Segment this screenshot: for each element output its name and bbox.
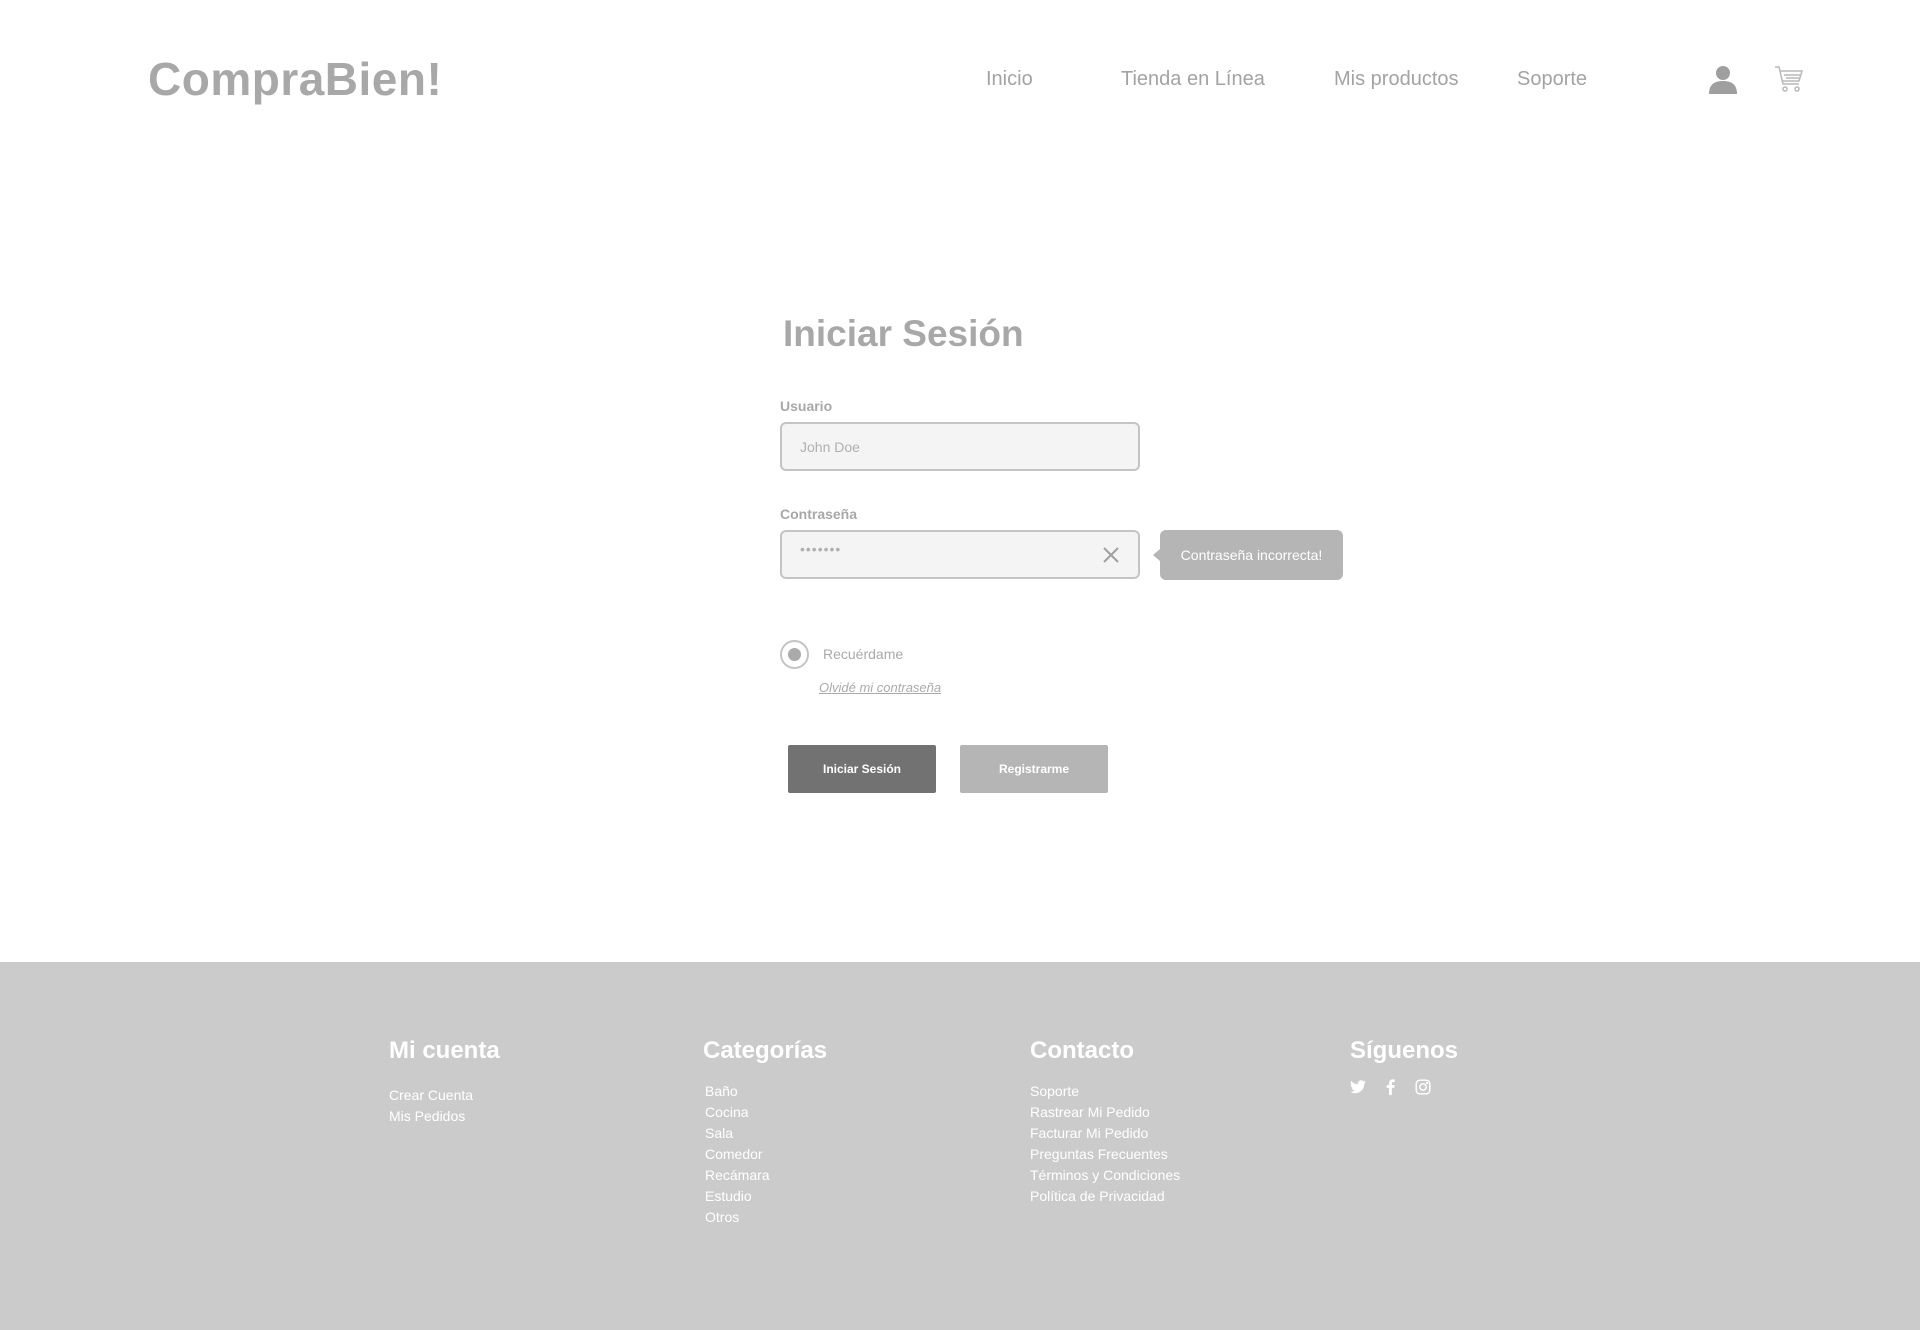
password-label: Contraseña bbox=[780, 506, 858, 522]
remember-me-label[interactable]: Recuérdame bbox=[823, 646, 903, 662]
nav-item-soporte[interactable]: Soporte bbox=[1517, 68, 1587, 91]
footer-link-privacidad[interactable]: Política de Privacidad bbox=[1030, 1186, 1180, 1207]
forgot-password-link[interactable]: Olvidé mi contraseña bbox=[819, 680, 941, 695]
clear-icon[interactable] bbox=[1101, 545, 1121, 570]
footer-heading-contact: Contacto bbox=[1030, 1037, 1134, 1064]
register-button[interactable]: Registrarme bbox=[960, 745, 1108, 793]
site-logo[interactable]: CompraBien! bbox=[148, 52, 442, 106]
twitter-icon[interactable] bbox=[1350, 1080, 1366, 1094]
footer-account-links: Crear Cuenta Mis Pedidos bbox=[389, 1085, 500, 1127]
footer-link-facturar-pedido[interactable]: Facturar Mi Pedido bbox=[1030, 1123, 1180, 1144]
user-icon[interactable] bbox=[1708, 64, 1738, 99]
footer-link-recamara[interactable]: Recámara bbox=[705, 1165, 827, 1186]
footer-link-otros[interactable]: Otros bbox=[705, 1207, 827, 1228]
footer-link-terminos[interactable]: Términos y Condiciones bbox=[1030, 1165, 1180, 1186]
footer-link-sala[interactable]: Sala bbox=[705, 1123, 827, 1144]
nav-item-mis-productos[interactable]: Mis productos bbox=[1334, 68, 1459, 91]
footer-link-crear-cuenta[interactable]: Crear Cuenta bbox=[389, 1085, 500, 1106]
footer-link-comedor[interactable]: Comedor bbox=[705, 1144, 827, 1165]
username-input[interactable] bbox=[780, 422, 1140, 471]
footer-category-links: Baño Cocina Sala Comedor Recámara Estudi… bbox=[705, 1081, 827, 1228]
footer-link-rastrear-pedido[interactable]: Rastrear Mi Pedido bbox=[1030, 1102, 1180, 1123]
footer-link-bano[interactable]: Baño bbox=[705, 1081, 827, 1102]
footer-link-cocina[interactable]: Cocina bbox=[705, 1102, 827, 1123]
footer-heading-account: Mi cuenta bbox=[389, 1037, 500, 1064]
footer-link-preguntas-frecuentes[interactable]: Preguntas Frecuentes bbox=[1030, 1144, 1180, 1165]
page-title: Iniciar Sesión bbox=[783, 313, 1024, 354]
facebook-icon[interactable] bbox=[1386, 1079, 1395, 1095]
footer-categories-column: Categorías Baño Cocina Sala Comedor Recá… bbox=[703, 1037, 827, 1228]
footer-heading-social: Síguenos bbox=[1350, 1037, 1459, 1064]
site-footer: Mi cuenta Crear Cuenta Mis Pedidos Categ… bbox=[0, 962, 1920, 1330]
footer-contact-column: Contacto Soporte Rastrear Mi Pedido Fact… bbox=[1030, 1037, 1180, 1207]
footer-link-soporte[interactable]: Soporte bbox=[1030, 1081, 1180, 1102]
instagram-icon[interactable] bbox=[1415, 1079, 1431, 1095]
footer-heading-categories: Categorías bbox=[703, 1037, 828, 1064]
remember-me-radio[interactable] bbox=[780, 640, 809, 669]
nav-item-tienda[interactable]: Tienda en Línea bbox=[1121, 68, 1265, 91]
footer-contact-links: Soporte Rastrear Mi Pedido Facturar Mi P… bbox=[1030, 1081, 1180, 1207]
footer-link-estudio[interactable]: Estudio bbox=[705, 1186, 827, 1207]
login-page: CompraBien! Inicio Tienda en Línea Mis p… bbox=[0, 0, 1920, 1330]
footer-link-mis-pedidos[interactable]: Mis Pedidos bbox=[389, 1106, 500, 1127]
username-label: Usuario bbox=[780, 398, 833, 414]
password-mask: ••••••• bbox=[800, 541, 842, 557]
login-button[interactable]: Iniciar Sesión bbox=[788, 745, 936, 793]
error-tooltip: Contraseña incorrecta! bbox=[1153, 530, 1343, 580]
footer-social-column: Síguenos bbox=[1350, 1037, 1458, 1095]
nav-item-inicio[interactable]: Inicio bbox=[986, 68, 1033, 91]
social-icons bbox=[1350, 1079, 1458, 1095]
cart-icon[interactable] bbox=[1774, 64, 1804, 99]
footer-account-column: Mi cuenta Crear Cuenta Mis Pedidos bbox=[389, 1037, 500, 1127]
